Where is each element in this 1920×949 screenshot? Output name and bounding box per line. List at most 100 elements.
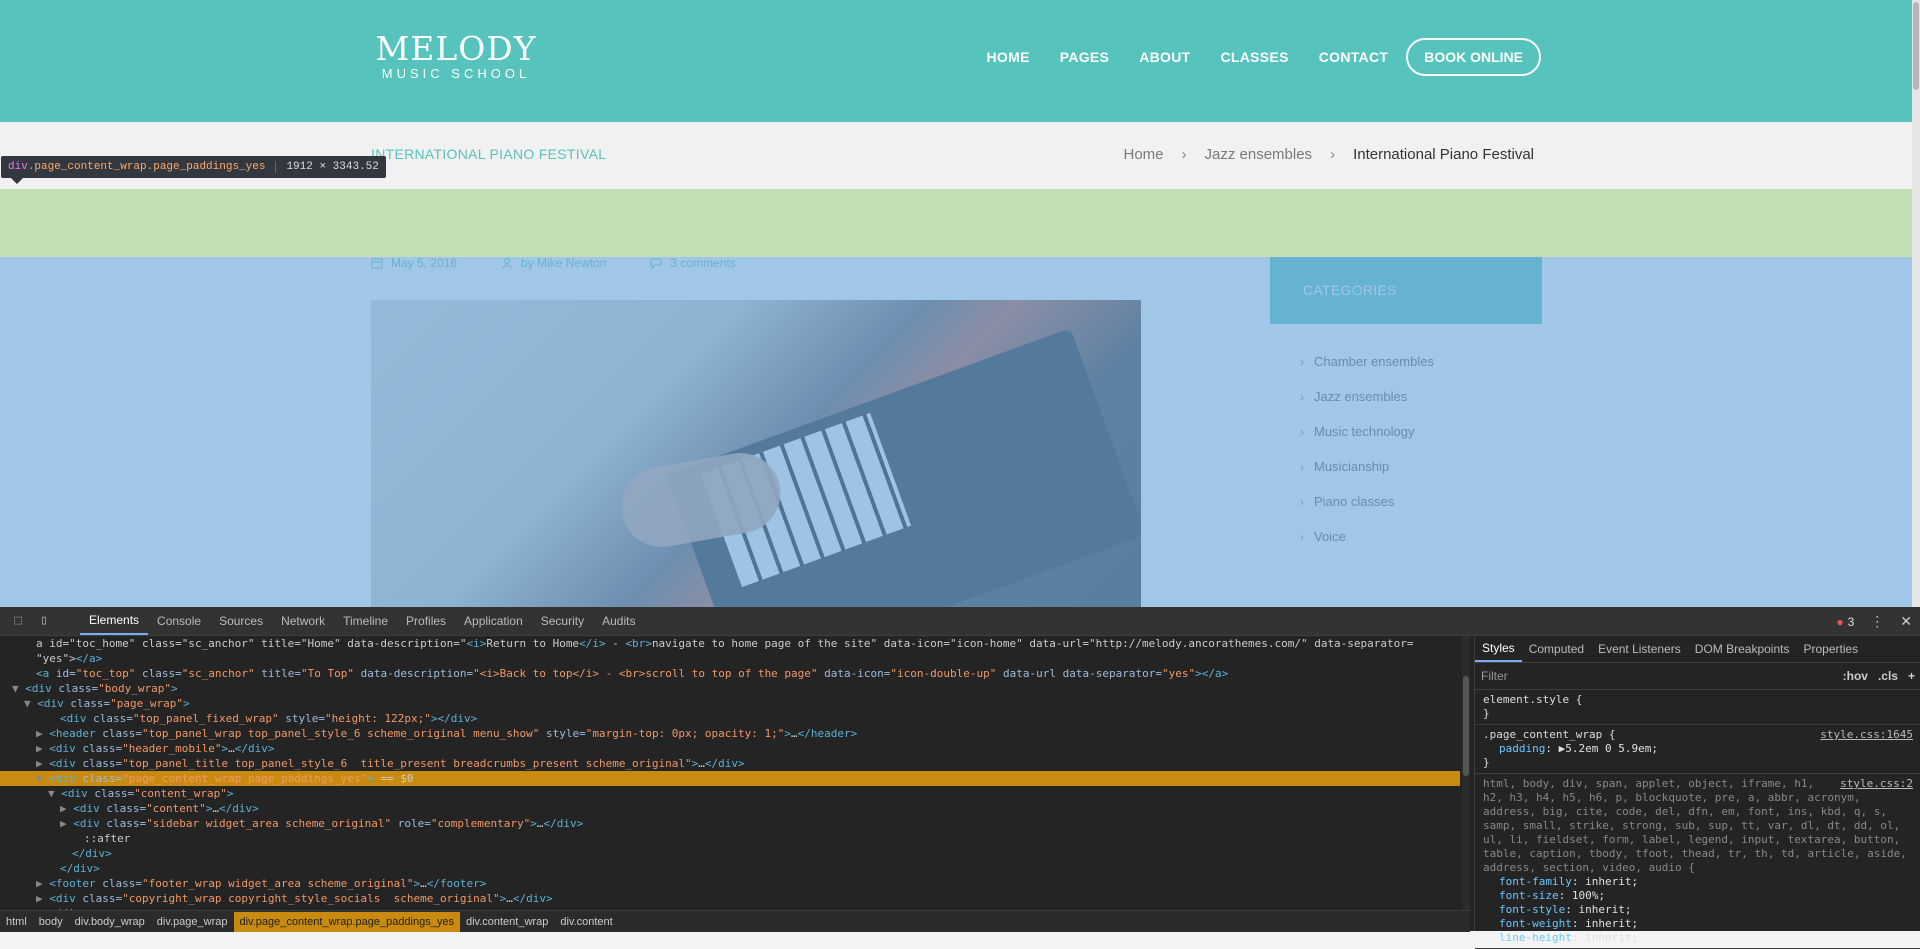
collapse-triangle-icon[interactable]: ▶: [36, 757, 49, 770]
dom-node-markup: <a id="toc_top" class="sc_anchor" title=…: [36, 667, 1229, 680]
dom-breadcrumb-body[interactable]: body: [33, 912, 69, 932]
dom-node[interactable]: ▼ <div class="body_wrap">: [0, 681, 1460, 696]
class-toggle[interactable]: .cls: [1878, 669, 1898, 683]
inspect-element-icon[interactable]: ⬚: [10, 613, 26, 629]
styles-filter-input[interactable]: Filter: [1481, 669, 1833, 683]
dom-node[interactable]: ▶ <div class="top_panel_title top_panel_…: [0, 756, 1460, 771]
nav-classes[interactable]: CLASSES: [1220, 49, 1288, 65]
css-property: font-weight: [1499, 917, 1572, 930]
device-toggle-icon[interactable]: ▯: [36, 613, 52, 629]
collapse-triangle-icon[interactable]: ▶: [36, 742, 49, 755]
dom-node[interactable]: </div>: [0, 846, 1460, 861]
error-count[interactable]: 3: [1848, 615, 1855, 629]
dom-node[interactable]: ▶ <div class="copyright_wrap copyright_s…: [0, 891, 1460, 906]
dom-breadcrumb-page-content-wrap[interactable]: div.page_content_wrap.page_paddings_yes: [233, 911, 460, 932]
page-scrollbar[interactable]: [1912, 0, 1920, 607]
tab-event-listeners[interactable]: Event Listeners: [1591, 636, 1688, 662]
dom-node[interactable]: ::after: [0, 831, 1460, 846]
dom-node[interactable]: </div>: [0, 861, 1460, 876]
expand-triangle-icon[interactable]: ▼: [48, 787, 61, 800]
nav-pages[interactable]: PAGES: [1060, 49, 1109, 65]
expand-triangle-icon[interactable]: ▼: [12, 682, 25, 695]
tab-dom-breakpoints[interactable]: DOM Breakpoints: [1688, 636, 1797, 662]
collapse-triangle-icon[interactable]: ▶: [36, 877, 49, 890]
rule-selector[interactable]: .page_content_wrap {: [1483, 728, 1615, 741]
dom-breadcrumb-body-wrap[interactable]: div.body_wrap: [69, 912, 151, 932]
tab-styles[interactable]: Styles: [1475, 636, 1522, 662]
dom-node[interactable]: "yes"></a>: [0, 651, 1460, 666]
element-style-selector[interactable]: element.style {: [1483, 693, 1913, 707]
tab-network[interactable]: Network: [272, 607, 334, 635]
tab-console[interactable]: Console: [148, 607, 210, 635]
site-logo[interactable]: MELODY MUSIC SCHOOL: [371, 32, 541, 81]
tab-timeline[interactable]: Timeline: [334, 607, 397, 635]
dom-breadcrumb-page-wrap[interactable]: div.page_wrap: [151, 912, 234, 932]
tab-audits[interactable]: Audits: [593, 607, 644, 635]
tab-application[interactable]: Application: [455, 607, 532, 635]
post-date[interactable]: May 5, 2016: [371, 256, 479, 270]
rule-source-link[interactable]: style.css:2: [1840, 777, 1913, 791]
tab-elements[interactable]: Elements: [80, 607, 149, 635]
dom-tree-scrollbar-thumb[interactable]: [1463, 676, 1469, 776]
tab-computed[interactable]: Computed: [1522, 636, 1591, 662]
book-online-button[interactable]: BOOK ONLINE: [1406, 38, 1541, 76]
category-item[interactable]: › Jazz ensembles: [1300, 379, 1542, 414]
tab-security[interactable]: Security: [532, 607, 593, 635]
collapse-triangle-icon[interactable]: ▶: [36, 727, 49, 740]
rule-selector[interactable]: html, body, div, span, applet, object, i…: [1483, 777, 1907, 874]
dom-node-selected[interactable]: ▼ <div class="page_content_wrap page_pad…: [0, 771, 1460, 786]
tab-properties[interactable]: Properties: [1796, 636, 1865, 662]
tab-profiles[interactable]: Profiles: [397, 607, 455, 635]
category-label: Piano classes: [1314, 494, 1395, 509]
dom-breadcrumb-content-wrap[interactable]: div.content_wrap: [460, 912, 554, 932]
dom-node[interactable]: <div class="top_panel_fixed_wrap" style=…: [0, 711, 1460, 726]
dom-node[interactable]: ▶ <div class="header_mobile">…</div>: [0, 741, 1460, 756]
post-featured-image[interactable]: [371, 300, 1141, 607]
dom-breadcrumb-content[interactable]: div.content: [554, 912, 618, 932]
tab-sources[interactable]: Sources: [210, 607, 272, 635]
css-declaration[interactable]: font-size: 100%;: [1483, 889, 1913, 903]
expand-triangle-icon[interactable]: ▼: [36, 772, 49, 785]
expand-triangle-icon[interactable]: ▼: [24, 697, 37, 710]
dom-node[interactable]: ▼ <div class="content_wrap">: [0, 786, 1460, 801]
css-declaration[interactable]: font-family: inherit;: [1483, 875, 1913, 889]
dom-node[interactable]: <a id="toc_top" class="sc_anchor" title=…: [0, 666, 1460, 681]
collapse-triangle-icon[interactable]: ▶: [36, 892, 49, 905]
category-item[interactable]: › Piano classes: [1300, 484, 1542, 519]
close-icon[interactable]: ✕: [1900, 613, 1912, 630]
dom-tree-scrollbar[interactable]: [1462, 636, 1470, 918]
rule-close: }: [1483, 707, 1490, 720]
dom-node[interactable]: ▼ <div class="page_wrap">: [0, 696, 1460, 711]
dom-node[interactable]: a id="toc_home" class="sc_anchor" title=…: [0, 636, 1460, 651]
tooltip-tag: div: [8, 161, 28, 173]
css-declaration[interactable]: font-weight: inherit;: [1483, 917, 1913, 931]
rule-source-link[interactable]: style.css:1645: [1820, 728, 1913, 742]
post-author[interactable]: by Mike Newton: [501, 256, 628, 270]
nav-about[interactable]: ABOUT: [1139, 49, 1190, 65]
nav-contact[interactable]: CONTACT: [1319, 49, 1389, 65]
nav-home[interactable]: HOME: [987, 49, 1030, 65]
page-scrollbar-thumb[interactable]: [1913, 2, 1919, 90]
add-rule-icon[interactable]: +: [1908, 669, 1915, 683]
category-item[interactable]: › Voice: [1300, 519, 1542, 554]
collapse-triangle-icon[interactable]: ▶: [60, 817, 73, 830]
dom-node[interactable]: ▶ <div class="sidebar widget_area scheme…: [0, 816, 1460, 831]
dom-tree[interactable]: a id="toc_home" class="sc_anchor" title=…: [0, 636, 1460, 918]
breadcrumb-category[interactable]: Jazz ensembles: [1205, 146, 1313, 163]
category-item[interactable]: › Music technology: [1300, 414, 1542, 449]
css-declaration[interactable]: padding: ▶5.2em 0 5.9em;: [1483, 742, 1913, 756]
dom-node[interactable]: ▶ <footer class="footer_wrap widget_area…: [0, 876, 1460, 891]
category-item[interactable]: › Musicianship: [1300, 449, 1542, 484]
hover-state-toggle[interactable]: :hov: [1843, 669, 1868, 683]
css-declaration[interactable]: line-height: inherit;: [1483, 931, 1913, 945]
dom-node[interactable]: ▶ <header class="top_panel_wrap top_pane…: [0, 726, 1460, 741]
category-item[interactable]: › Chamber ensembles: [1300, 344, 1542, 379]
dom-node[interactable]: ▶ <div class="content">…</div>: [0, 801, 1460, 816]
css-declaration[interactable]: font-style: inherit;: [1483, 903, 1913, 917]
more-options-icon[interactable]: ⋮: [1870, 613, 1884, 630]
dom-breadcrumb-html[interactable]: html: [0, 912, 33, 932]
collapse-triangle-icon[interactable]: ▶: [60, 802, 73, 815]
error-icon[interactable]: ●: [1836, 615, 1843, 629]
post-comments[interactable]: 3 comments: [650, 256, 757, 270]
breadcrumb-home[interactable]: Home: [1123, 146, 1163, 163]
